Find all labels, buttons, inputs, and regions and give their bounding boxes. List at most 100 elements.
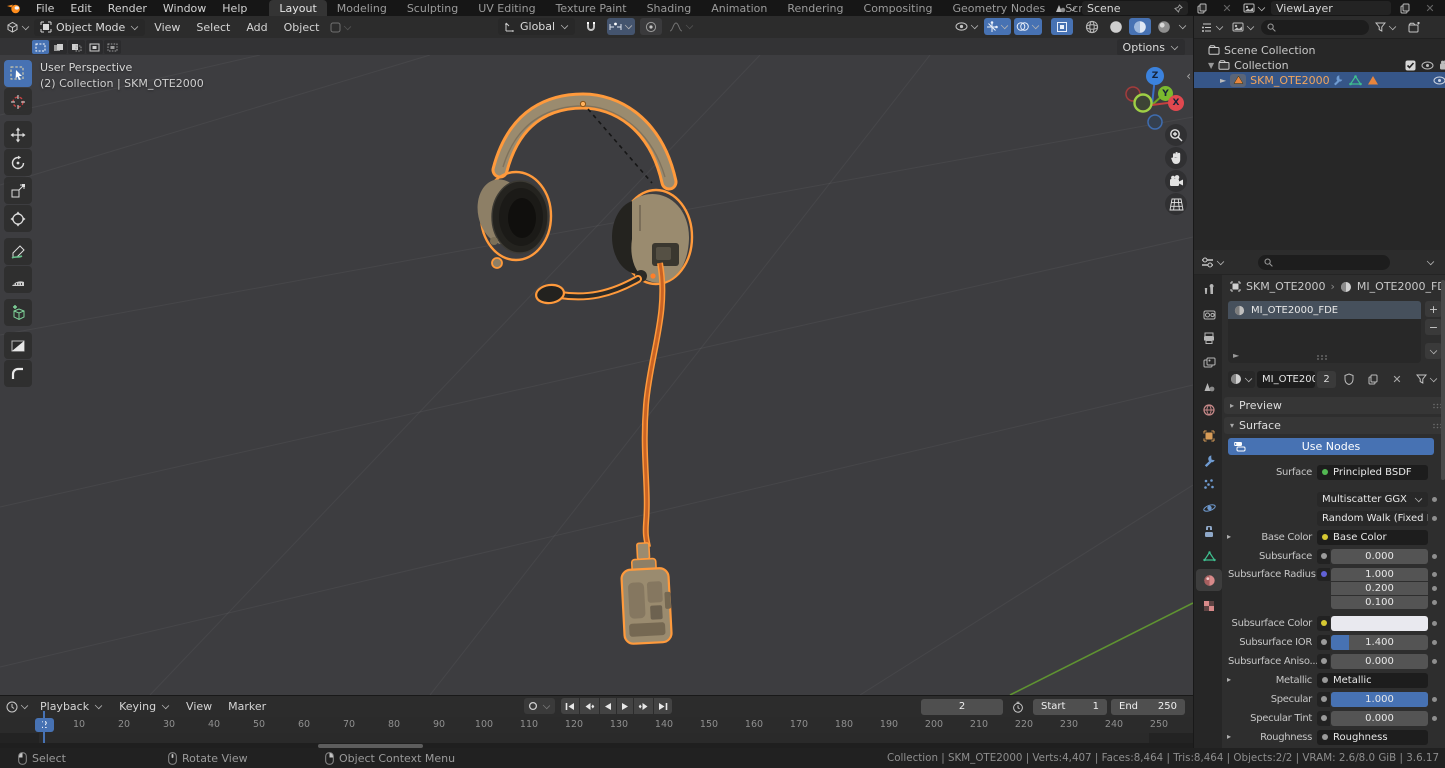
properties-search-input[interactable]: [1258, 255, 1390, 270]
fake-user-shield-icon[interactable]: [1338, 371, 1360, 388]
preview-panel-header[interactable]: ▸ Preview: [1224, 397, 1445, 414]
camera-view-button[interactable]: [1165, 170, 1187, 192]
properties-editor-type-button[interactable]: [1199, 254, 1227, 271]
shading-wireframe-button[interactable]: [1081, 18, 1103, 35]
tab-particles[interactable]: [1196, 473, 1222, 495]
browse-material-button[interactable]: [1228, 371, 1255, 388]
decorator-dot[interactable]: [1428, 497, 1440, 502]
tab-object-data[interactable]: [1196, 545, 1222, 567]
material-users-count-button[interactable]: 2: [1317, 371, 1336, 388]
decorator-dot[interactable]: [1428, 516, 1440, 521]
gizmo-x-axis[interactable]: X: [1168, 95, 1184, 111]
select-mode-intersect-icon[interactable]: [104, 40, 121, 54]
menu-keying[interactable]: Keying: [112, 700, 177, 713]
tab-output[interactable]: [1196, 327, 1222, 349]
decorator-dot[interactable]: [1428, 600, 1440, 605]
editor-type-button[interactable]: [4, 19, 32, 36]
menu-select[interactable]: Select: [189, 21, 237, 34]
socket-chip[interactable]: [1317, 711, 1330, 726]
tool-scale[interactable]: [4, 177, 32, 204]
exclude-checkbox-icon[interactable]: [1405, 60, 1416, 71]
jump-to-start-button[interactable]: [561, 698, 579, 714]
proportional-editing-icon[interactable]: [640, 18, 662, 35]
tab-physics[interactable]: [1196, 497, 1222, 519]
socket-chip[interactable]: [1317, 692, 1330, 707]
workspace-tab-sculpting[interactable]: Sculpting: [397, 0, 468, 16]
socket-chip[interactable]: [1317, 616, 1330, 631]
tab-world[interactable]: [1196, 399, 1222, 421]
outliner-row-skm-ote2000[interactable]: ► SKM_OTE2000: [1194, 72, 1445, 88]
scene-new-icon[interactable]: [1191, 0, 1213, 16]
timeline-ruler[interactable]: 1020304050607080901001101201301401501601…: [0, 717, 1193, 733]
previous-keyframe-button[interactable]: [580, 698, 599, 714]
menu-render[interactable]: Render: [100, 0, 155, 16]
radius-z-slider[interactable]: 0.100: [1331, 596, 1428, 609]
workspace-tab-layout[interactable]: Layout: [269, 0, 326, 16]
expand-triangle-icon[interactable]: ►: [1220, 76, 1226, 85]
shading-solid-button[interactable]: [1105, 18, 1127, 35]
subsurface-anisotropy-slider[interactable]: 0.000: [1331, 654, 1428, 669]
socket-chip[interactable]: [1317, 568, 1330, 581]
subsurface-ior-slider[interactable]: 1.400: [1331, 635, 1428, 650]
tool-move[interactable]: [4, 121, 32, 148]
navigation-gizmo[interactable]: Z Y X: [1118, 60, 1190, 130]
base-color-field[interactable]: Base Color: [1317, 530, 1428, 545]
unlink-material-icon[interactable]: ✕: [1386, 371, 1408, 388]
menu-object[interactable]: Object: [277, 21, 327, 34]
disable-render-camera-icon[interactable]: [1439, 60, 1445, 70]
sss-method-dropdown[interactable]: Random Walk (Fixed R...: [1317, 511, 1428, 526]
menu-window[interactable]: Window: [155, 0, 214, 16]
add-material-slot-button[interactable]: +: [1425, 301, 1442, 317]
workspace-tab-compositing[interactable]: Compositing: [854, 0, 943, 16]
tool-measure[interactable]: [4, 266, 32, 293]
play-reverse-button[interactable]: [600, 698, 616, 714]
select-mode-invert-icon[interactable]: [86, 40, 103, 54]
tab-modifiers[interactable]: [1196, 449, 1222, 471]
outliner-search-input[interactable]: [1261, 20, 1369, 35]
use-nodes-button[interactable]: Use Nodes: [1228, 438, 1434, 455]
proportional-falloff-selector[interactable]: [667, 18, 696, 35]
overlays-toggle[interactable]: [1014, 18, 1042, 35]
show-object-types-selector[interactable]: [953, 18, 981, 35]
workspace-tab-animation[interactable]: Animation: [701, 0, 777, 16]
auto-keying-button[interactable]: [524, 698, 555, 714]
new-material-copy-icon[interactable]: [1362, 371, 1384, 388]
xray-toggle[interactable]: [1051, 18, 1073, 35]
timeline-editor-type-button[interactable]: [4, 698, 31, 715]
properties-options-dropdown[interactable]: [1419, 254, 1441, 271]
workspace-tab-geometry-nodes[interactable]: Geometry Nodes: [942, 0, 1055, 16]
subsurface-slider[interactable]: 0.000: [1331, 549, 1428, 564]
transform-orientation-selector[interactable]: Global: [498, 18, 575, 35]
sidebar-collapse-icon[interactable]: ‹: [1186, 69, 1191, 83]
start-frame-field[interactable]: Start1: [1033, 699, 1107, 715]
expand-arrow[interactable]: ▸: [1227, 732, 1231, 741]
tab-object[interactable]: [1196, 425, 1222, 447]
blender-logo-icon[interactable]: [0, 3, 28, 14]
workspace-tab-modeling[interactable]: Modeling: [327, 0, 397, 16]
current-frame-field[interactable]: 2: [921, 699, 1003, 715]
menu-help[interactable]: Help: [214, 0, 255, 16]
options-dropdown[interactable]: Options: [1117, 39, 1185, 55]
outliner-filter-button[interactable]: [1373, 19, 1399, 36]
tool-annotate[interactable]: [4, 238, 32, 265]
subsurface-color-swatch[interactable]: [1331, 616, 1428, 631]
distribution-dropdown[interactable]: Multiscatter GGX: [1317, 492, 1428, 507]
use-preview-range-toggle[interactable]: [1007, 698, 1029, 715]
tool-select-box[interactable]: [4, 60, 32, 87]
scene-icon[interactable]: [1052, 0, 1079, 16]
menu-edit[interactable]: Edit: [62, 0, 99, 16]
outliner-display-mode-selector[interactable]: [1230, 19, 1257, 36]
breadcrumb-material[interactable]: MI_OTE2000_FDE: [1357, 280, 1445, 293]
menu-marker[interactable]: Marker: [221, 700, 273, 713]
specular-slider[interactable]: 1.000: [1331, 692, 1428, 707]
material-name-field[interactable]: MI_OTE2000_FDE: [1257, 371, 1315, 388]
workspace-tab-rendering[interactable]: Rendering: [777, 0, 853, 16]
decorator-dot[interactable]: [1428, 716, 1440, 721]
shading-material-preview-button[interactable]: [1129, 18, 1151, 35]
material-filter-dropdown[interactable]: [1414, 371, 1440, 388]
material-slot-specials-button[interactable]: [1425, 343, 1442, 359]
radius-y-slider[interactable]: 0.200: [1331, 582, 1428, 595]
scene-unlink-icon[interactable]: ✕: [1216, 0, 1238, 16]
outliner-row-scene-collection[interactable]: Scene Collection: [1194, 42, 1445, 58]
decorator-dot[interactable]: [1428, 640, 1440, 645]
